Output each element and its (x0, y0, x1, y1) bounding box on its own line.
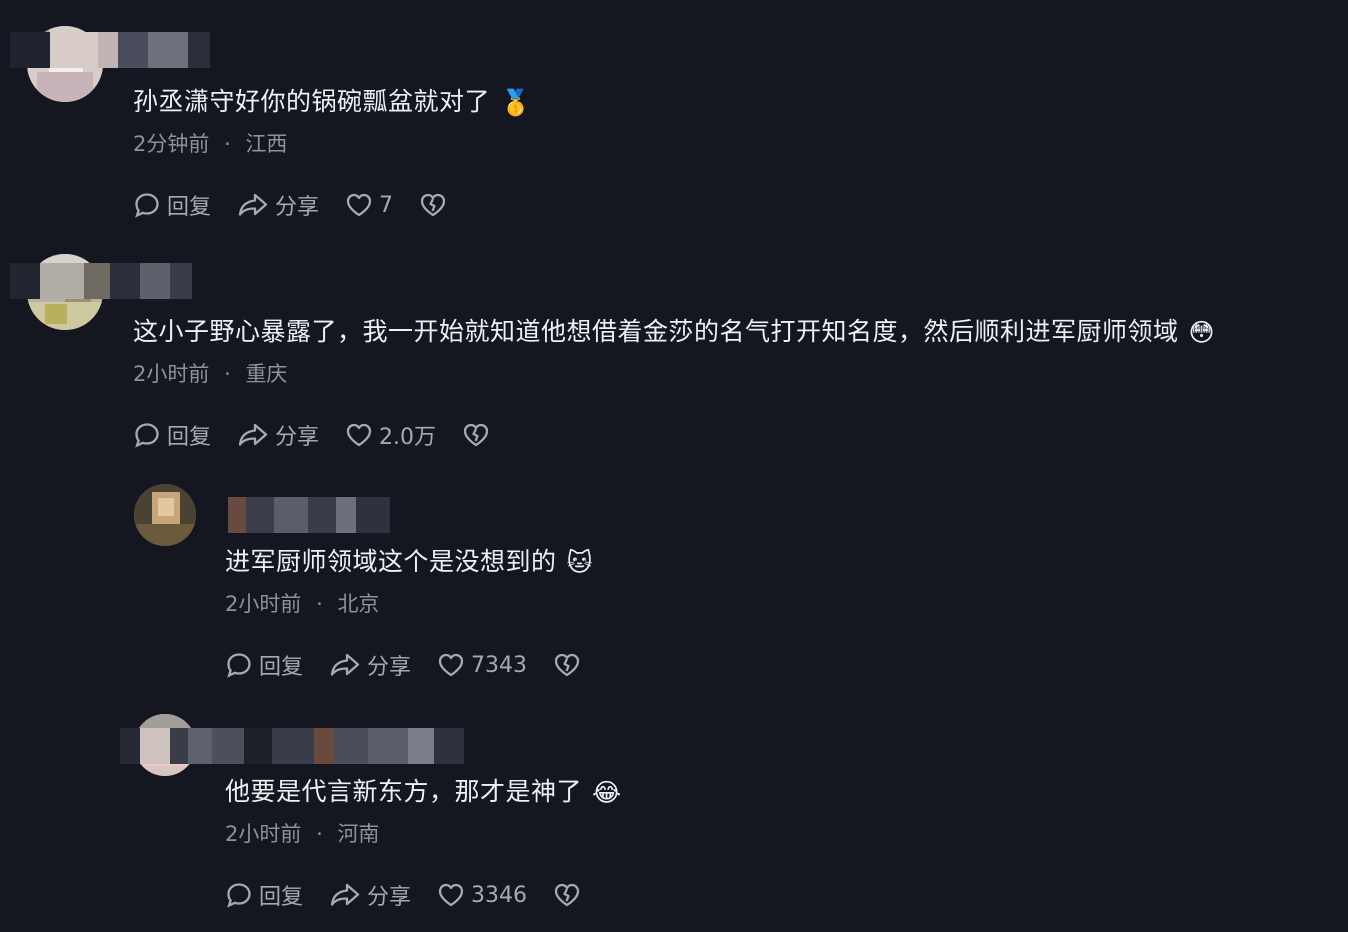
heart-icon (346, 193, 372, 217)
meta-separator: · (224, 362, 231, 386)
medal-emoji: 🥇 (500, 88, 532, 117)
reply-label: 回复 (259, 655, 304, 680)
reply-label: 回复 (259, 885, 304, 910)
comment-actions: 回复 分享 2.0万 (133, 418, 516, 452)
comment-actions: 回复 分享 7 (133, 188, 473, 222)
reply-label: 回复 (167, 195, 212, 220)
comment-location: 北京 (337, 592, 380, 616)
broken-heart-icon (554, 883, 580, 907)
like-count: 3346 (471, 882, 528, 908)
reply-button[interactable]: 回复 (133, 189, 211, 221)
comment-text: 这小子野心暴露了，我一开始就知道他想借着金莎的名气打开知名度，然后顺利进军厨师领… (133, 314, 1215, 351)
flushed-emoji: 😳 (1188, 318, 1216, 347)
comment-location: 河南 (337, 822, 380, 846)
comment-time: 2小时前 (225, 822, 302, 846)
meta-separator: · (316, 822, 323, 846)
comment-text: 进军厨师领域这个是没想到的 🐱 (225, 544, 593, 581)
username-blurred[interactable] (120, 728, 516, 764)
dislike-button[interactable] (419, 191, 447, 219)
username-blurred[interactable] (228, 497, 390, 533)
comment-meta: 2小时前 · 北京 (225, 589, 379, 619)
comment-actions: 回复 分享 3346 (225, 878, 607, 912)
like-count: 7343 (471, 652, 528, 678)
username-blurred[interactable] (10, 263, 192, 299)
reply-button[interactable]: 回复 (225, 649, 303, 681)
speech-bubble-icon (135, 193, 159, 218)
reply-label: 回复 (167, 425, 212, 450)
dislike-button[interactable] (553, 881, 581, 909)
like-button[interactable]: 2.0万 (345, 419, 436, 451)
tears-of-joy-emoji: 😂 (592, 778, 622, 807)
heart-icon (438, 653, 464, 677)
comment-time: 2小时前 (225, 592, 302, 616)
broken-heart-icon (420, 193, 446, 217)
share-arrow-icon (330, 653, 360, 676)
cat-emoji: 🐱 (566, 548, 594, 577)
comment-time: 2小时前 (133, 362, 210, 386)
speech-bubble-icon (227, 653, 251, 678)
comment-actions: 回复 分享 7343 (225, 648, 607, 682)
dislike-button[interactable] (553, 651, 581, 679)
comment-meta: 2分钟前 · 江西 (133, 129, 287, 159)
share-button[interactable]: 分享 (329, 879, 411, 911)
reply-button[interactable]: 回复 (225, 879, 303, 911)
meta-separator: · (224, 132, 231, 156)
comment-text: 他要是代言新东方，那才是神了 😂 (225, 774, 622, 811)
like-count: 2.0万 (379, 425, 437, 450)
share-arrow-icon (238, 423, 268, 446)
like-count: 7 (379, 192, 394, 218)
meta-separator: · (316, 592, 323, 616)
dislike-button[interactable] (462, 421, 490, 449)
comment-location: 江西 (245, 132, 288, 156)
share-label: 分享 (367, 655, 412, 680)
comment-meta: 2小时前 · 重庆 (133, 359, 287, 389)
comment-text: 孙丞潇守好你的锅碗瓢盆就对了 🥇 (133, 84, 532, 121)
share-arrow-icon (330, 883, 360, 906)
share-arrow-icon (238, 193, 268, 216)
share-button[interactable]: 分享 (329, 649, 411, 681)
comment-time: 2分钟前 (133, 132, 210, 156)
broken-heart-icon (463, 423, 489, 447)
share-button[interactable]: 分享 (237, 419, 319, 451)
comment-location: 重庆 (245, 362, 288, 386)
like-button[interactable]: 7343 (437, 651, 527, 679)
share-label: 分享 (275, 195, 320, 220)
like-button[interactable]: 7 (345, 191, 393, 219)
share-label: 分享 (367, 885, 412, 910)
avatar[interactable] (134, 484, 196, 546)
speech-bubble-icon (227, 883, 251, 908)
speech-bubble-icon (135, 423, 159, 448)
reply-button[interactable]: 回复 (133, 419, 211, 451)
username-blurred[interactable] (10, 32, 210, 68)
comment-meta: 2小时前 · 河南 (225, 819, 379, 849)
heart-icon (346, 423, 372, 447)
share-label: 分享 (275, 425, 320, 450)
broken-heart-icon (554, 653, 580, 677)
like-button[interactable]: 3346 (437, 881, 527, 909)
share-button[interactable]: 分享 (237, 189, 319, 221)
heart-icon (438, 883, 464, 907)
